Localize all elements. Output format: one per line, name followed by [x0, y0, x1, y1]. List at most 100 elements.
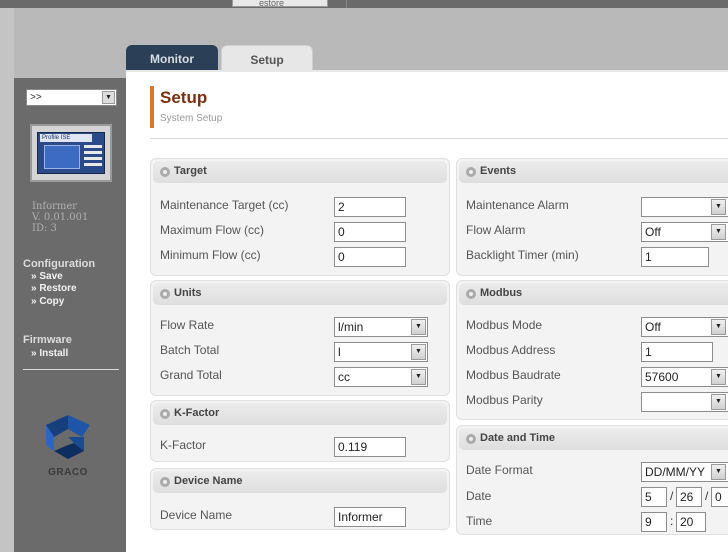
kfactor-title: K-Factor — [174, 407, 220, 419]
date-format-value: DD/MM/YY — [645, 465, 705, 479]
chevron-down-icon[interactable]: ▼ — [711, 394, 726, 410]
time-label: Time — [466, 514, 493, 528]
flow-rate-select[interactable]: l/min ▼ — [334, 317, 428, 337]
time-minute-input[interactable]: 20 — [676, 512, 706, 532]
modbus-mode-value: Off — [645, 320, 661, 334]
chevron-down-icon[interactable]: ▼ — [411, 369, 426, 385]
date-year-input[interactable]: 0 — [711, 487, 728, 507]
modbus-address-label: Modbus Address — [466, 343, 556, 357]
minimum-flow-label: Minimum Flow (cc) — [160, 248, 261, 262]
chevron-down-icon[interactable]: ▼ — [102, 91, 115, 104]
target-header: Target — [153, 161, 447, 183]
modbus-mode-select[interactable]: Off ▼ — [641, 317, 728, 337]
device-image: Profile ISE — [30, 124, 112, 182]
page-subtitle: System Setup — [160, 113, 223, 124]
device-info: Informer V. 0.01.001 ID: 3 — [32, 201, 88, 234]
modbus-mode-label: Modbus Mode — [466, 318, 543, 332]
device-name-label: Device Name — [160, 508, 233, 522]
gear-icon — [160, 409, 170, 419]
modbus-title: Modbus — [480, 287, 523, 299]
page-title-accent — [150, 86, 154, 128]
tab-monitor[interactable]: Monitor — [126, 45, 218, 73]
datetime-header: Date and Time — [459, 428, 728, 450]
gear-icon — [466, 289, 476, 299]
maintenance-alarm-select[interactable]: ▼ — [641, 197, 728, 217]
device-selector[interactable]: >> ▼ — [26, 89, 117, 106]
modbus-address-input[interactable]: 1 — [641, 342, 713, 362]
tab-setup[interactable]: Setup — [221, 45, 313, 73]
flow-alarm-select[interactable]: Off ▼ — [641, 222, 728, 242]
chevron-down-icon[interactable]: ▼ — [711, 464, 726, 480]
device-lcd — [44, 145, 80, 169]
gear-icon — [160, 289, 170, 299]
flow-alarm-label: Flow Alarm — [466, 223, 526, 237]
flow-alarm-value: Off — [645, 225, 661, 239]
backlight-timer-input[interactable]: 1 — [641, 247, 709, 267]
units-title: Units — [174, 287, 202, 299]
maximum-flow-input[interactable]: 0 — [334, 222, 406, 242]
modbus-baudrate-value: 57600 — [645, 370, 679, 384]
graco-logo-text: GRACO — [48, 467, 88, 478]
gear-icon — [160, 167, 170, 177]
install-link[interactable]: » Install — [31, 348, 68, 359]
grand-total-label: Grand Total — [160, 368, 222, 382]
batch-total-select[interactable]: l ▼ — [334, 342, 428, 362]
kfactor-input[interactable]: 0.119 — [334, 437, 406, 457]
gear-icon — [160, 477, 170, 487]
estore-menu-item[interactable]: estore — [232, 0, 328, 7]
date-separator: / — [670, 489, 674, 503]
top-bar — [0, 0, 728, 8]
firmware-heading: Firmware — [23, 334, 72, 346]
modbus-parity-label: Modbus Parity — [466, 393, 543, 407]
save-link[interactable]: » Save — [31, 271, 63, 282]
chevron-down-icon[interactable]: ▼ — [711, 319, 726, 335]
sidebar-divider — [23, 369, 119, 370]
modbus-parity-select[interactable]: ▼ — [641, 392, 728, 412]
date-separator: / — [705, 489, 709, 503]
estore-label: estore — [259, 0, 285, 7]
flow-rate-value: l/min — [338, 320, 364, 334]
datetime-title: Date and Time — [480, 432, 555, 444]
grand-total-value: cc — [338, 370, 350, 384]
device-keypad — [84, 145, 102, 169]
page-title: Setup — [160, 88, 208, 107]
restore-link[interactable]: » Restore — [31, 283, 77, 294]
device-name: Informer — [32, 201, 78, 212]
copy-link[interactable]: » Copy — [31, 296, 64, 307]
maintenance-alarm-label: Maintenance Alarm — [466, 198, 569, 212]
graco-logo: GRACO — [38, 415, 98, 490]
graco-logo-mark — [46, 415, 90, 459]
units-header: Units — [153, 283, 447, 305]
maintenance-target-input[interactable]: 2 — [334, 197, 406, 217]
grand-total-select[interactable]: cc ▼ — [334, 367, 428, 387]
gear-icon — [466, 167, 476, 177]
modbus-baudrate-label: Modbus Baudrate — [466, 368, 561, 382]
device-name-title: Device Name — [174, 475, 243, 487]
device-version: V. 0.01.001 — [32, 212, 89, 223]
chevron-down-icon[interactable]: ▼ — [411, 319, 426, 335]
maximum-flow-label: Maximum Flow (cc) — [160, 223, 264, 237]
events-title: Events — [480, 165, 517, 177]
chevron-down-icon[interactable]: ▼ — [411, 344, 426, 360]
kfactor-header: K-Factor — [153, 403, 447, 425]
date-month-input[interactable]: 26 — [676, 487, 702, 507]
device-selector-value: >> — [30, 92, 42, 103]
date-day-input[interactable]: 5 — [641, 487, 667, 507]
chevron-down-icon[interactable]: ▼ — [711, 199, 726, 215]
batch-total-label: Batch Total — [160, 343, 220, 357]
chevron-down-icon[interactable]: ▼ — [711, 369, 726, 385]
modbus-baudrate-select[interactable]: 57600 ▼ — [641, 367, 728, 387]
device-name-input[interactable]: Informer — [334, 507, 406, 527]
minimum-flow-input[interactable]: 0 — [334, 247, 406, 267]
chevron-down-icon[interactable]: ▼ — [711, 224, 726, 240]
target-title: Target — [174, 165, 207, 177]
device-screen: Profile ISE — [37, 132, 105, 174]
time-separator: : — [670, 514, 674, 528]
device-screen-label: Profile ISE — [40, 134, 92, 142]
maintenance-target-label: Maintenance Target (cc) — [160, 198, 289, 212]
modbus-header: Modbus — [459, 283, 728, 305]
date-format-select[interactable]: DD/MM/YY ▼ — [641, 462, 728, 482]
time-hour-input[interactable]: 9 — [641, 512, 667, 532]
batch-total-value: l — [338, 345, 341, 359]
title-divider — [150, 138, 728, 139]
